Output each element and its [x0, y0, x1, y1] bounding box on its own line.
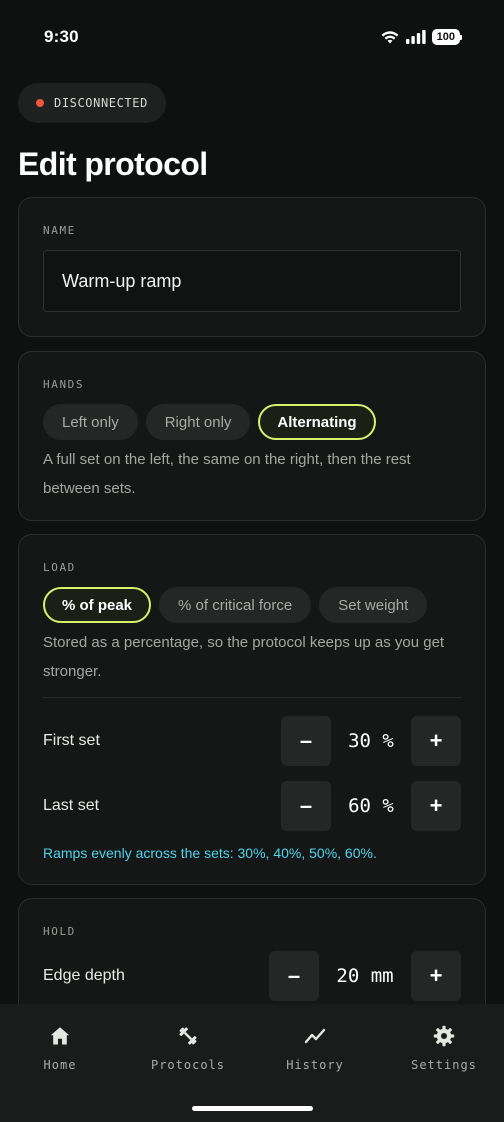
edge-depth-stepper: – 20 mm +	[269, 951, 461, 1001]
nav-item-protocols[interactable]: Protocols	[125, 1024, 251, 1072]
first-set-increment-button[interactable]: +	[411, 716, 461, 766]
load-description: Stored as a percentage, so the protocol …	[43, 634, 445, 680]
nav-item-settings[interactable]: Settings	[381, 1024, 504, 1072]
hands-option-right-only[interactable]: Right only	[145, 404, 251, 440]
page-title: Edit protocol	[18, 146, 208, 182]
wifi-icon	[381, 31, 399, 44]
ramp-note: Ramps evenly across the sets: 30%, 40%, …	[43, 845, 377, 861]
hands-options: Left only Right only Alternating	[43, 404, 376, 440]
protocol-name-input[interactable]	[43, 250, 461, 312]
last-set-increment-button[interactable]: +	[411, 781, 461, 831]
first-set-stepper: – 30 % +	[281, 716, 461, 766]
home-indicator	[192, 1106, 313, 1111]
first-set-decrement-button[interactable]: –	[281, 716, 331, 766]
bottom-nav: Home Protocols History Settings	[0, 1004, 504, 1122]
gear-icon	[433, 1025, 455, 1047]
battery-icon: 100	[431, 29, 463, 45]
trend-line-icon	[304, 1028, 326, 1044]
last-set-value: 60 %	[348, 795, 394, 817]
status-bar: 9:30 100	[0, 0, 504, 74]
status-icons: 100	[380, 27, 463, 47]
hands-option-left-only[interactable]: Left only	[43, 404, 138, 440]
load-option-percent-critical-force[interactable]: % of critical force	[159, 587, 312, 623]
load-section-label: LOAD	[43, 561, 76, 574]
nav-label-home: Home	[43, 1058, 77, 1072]
nav-label-protocols: Protocols	[150, 1058, 226, 1072]
last-set-label: Last set	[43, 797, 100, 814]
signal-icon	[405, 30, 426, 44]
hands-description: A full set on the left, the same on the …	[43, 451, 411, 497]
edge-depth-decrement-button[interactable]: –	[269, 951, 319, 1001]
nav-label-history: History	[286, 1058, 344, 1072]
hands-section-label: HANDS	[43, 378, 85, 391]
nav-item-history[interactable]: History	[252, 1024, 378, 1072]
hands-card: HANDS Left only Right only Alternating A…	[18, 351, 486, 521]
last-set-decrement-button[interactable]: –	[281, 781, 331, 831]
dumbbell-icon	[179, 1027, 197, 1045]
first-set-label: First set	[43, 732, 100, 749]
load-options: % of peak % of critical force Set weight	[43, 587, 428, 623]
name-card: NAME	[18, 197, 486, 337]
load-option-percent-peak[interactable]: % of peak	[43, 587, 152, 623]
status-time: 9:30	[44, 27, 79, 46]
load-divider	[43, 697, 461, 698]
home-icon	[50, 1027, 70, 1045]
connection-status-badge[interactable]: DISCONNECTED	[18, 83, 166, 123]
load-card: LOAD % of peak % of critical force Set w…	[18, 534, 486, 885]
hands-option-alternating[interactable]: Alternating	[258, 404, 376, 440]
nav-item-home[interactable]: Home	[0, 1024, 123, 1072]
edge-depth-value: 20 mm	[336, 965, 394, 987]
edge-depth-label: Edge depth	[43, 967, 125, 984]
name-section-label: NAME	[43, 224, 76, 237]
first-set-value: 30 %	[348, 730, 394, 752]
nav-label-settings: Settings	[411, 1058, 477, 1072]
hold-section-label: HOLD	[43, 925, 76, 938]
edge-depth-increment-button[interactable]: +	[411, 951, 461, 1001]
connection-status-text: DISCONNECTED	[54, 96, 148, 110]
last-set-stepper: – 60 % +	[281, 781, 461, 831]
status-dot-icon	[36, 99, 44, 107]
load-option-set-weight[interactable]: Set weight	[319, 587, 428, 623]
